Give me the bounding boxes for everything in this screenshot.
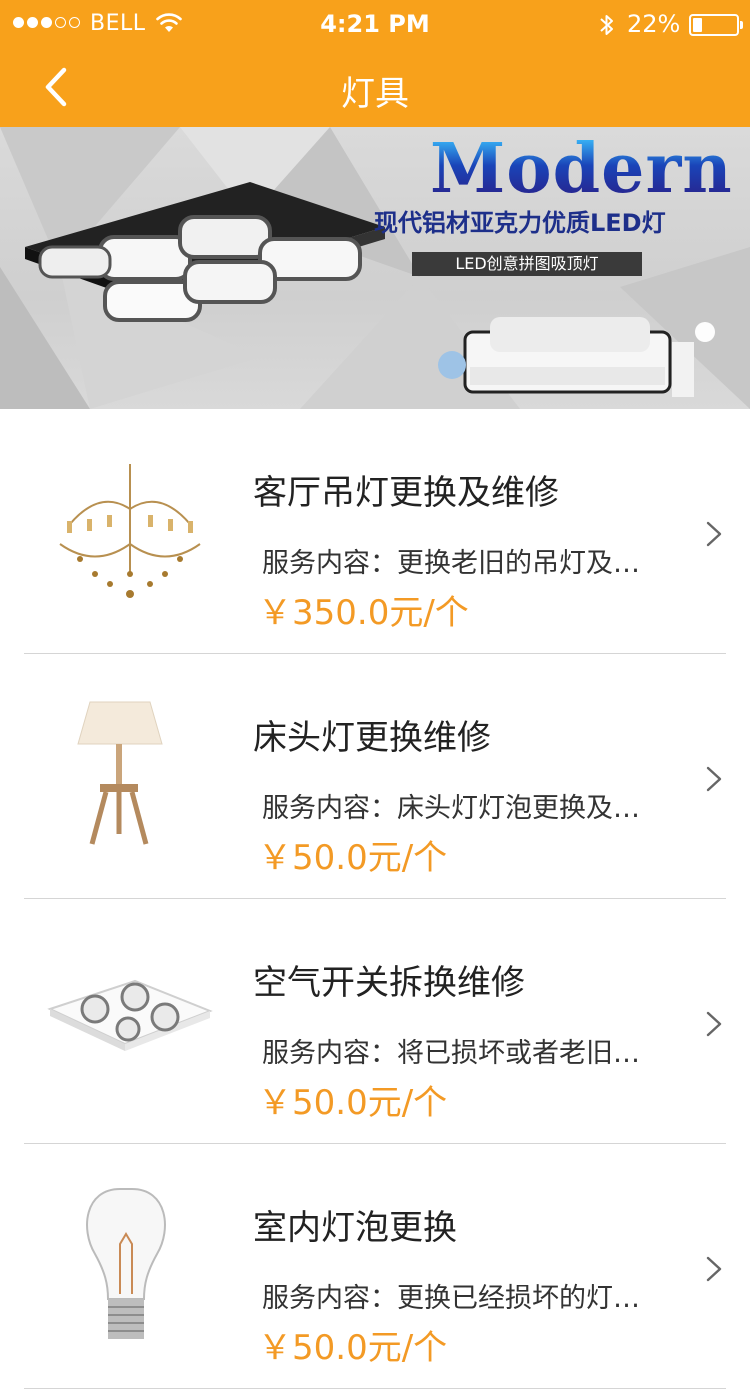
service-description: 服务内容：将已损坏或者老旧… (262, 1038, 640, 1069)
ceiling-heater-lamp-image (47, 979, 213, 1051)
service-price: ￥50.0元/个 (258, 1083, 448, 1123)
list-item[interactable]: 客厅吊灯更换及维修 服务内容：更换老旧的吊灯及… ￥350.0元/个 (0, 409, 750, 654)
service-description: 服务内容：床头灯灯泡更换及… (262, 793, 640, 824)
battery-fill (693, 18, 702, 32)
chevron-right-icon (706, 1011, 722, 1037)
service-description: 服务内容：更换老旧的吊灯及… (262, 548, 640, 579)
banner-headline-cn: 现代铝材亚克力优质LED灯 (374, 209, 666, 237)
chevron-right-icon (706, 766, 722, 792)
service-price: ￥350.0元/个 (258, 593, 469, 633)
light-bulb-image (86, 1188, 166, 1339)
chandelier-image (59, 464, 201, 598)
battery-percentage: 22% (627, 10, 681, 38)
chevron-right-icon (706, 1256, 722, 1282)
service-price: ￥50.0元/个 (258, 838, 448, 878)
page-title: 灯具 (341, 74, 409, 114)
navigation-bar: 灯具 (0, 50, 750, 127)
service-title: 空气开关拆换维修 (253, 963, 525, 1003)
chevron-right-icon (706, 521, 722, 547)
promo-banner[interactable]: Modern 现代铝材亚克力优质LED灯 LED创意拼图吸顶灯 (0, 127, 750, 409)
service-price: ￥50.0元/个 (258, 1328, 448, 1368)
status-bar: BELL 4:21 PM 22% (0, 0, 750, 50)
banner-headline-en: Modern (430, 129, 733, 209)
table-lamp-image (77, 701, 163, 845)
service-title: 客厅吊灯更换及维修 (253, 473, 559, 513)
list-item[interactable]: 床头灯更换维修 服务内容：床头灯灯泡更换及… ￥50.0元/个 (0, 654, 750, 899)
service-list: 客厅吊灯更换及维修 服务内容：更换老旧的吊灯及… ￥350.0元/个 床头灯更换… (0, 409, 750, 1389)
list-item[interactable]: 空气开关拆换维修 服务内容：将已损坏或者老旧… ￥50.0元/个 (0, 899, 750, 1144)
banner-tagline: LED创意拼图吸顶灯 (412, 252, 642, 276)
service-title: 室内灯泡更换 (253, 1208, 457, 1248)
battery-icon (689, 14, 743, 36)
list-item[interactable]: 室内灯泡更换 服务内容：更换已经损坏的灯… ￥50.0元/个 (0, 1144, 750, 1389)
service-description: 服务内容：更换已经损坏的灯… (262, 1283, 640, 1314)
top-bar: BELL 4:21 PM 22% 灯具 (0, 0, 750, 127)
service-title: 床头灯更换维修 (253, 718, 491, 758)
bluetooth-icon (600, 15, 613, 35)
